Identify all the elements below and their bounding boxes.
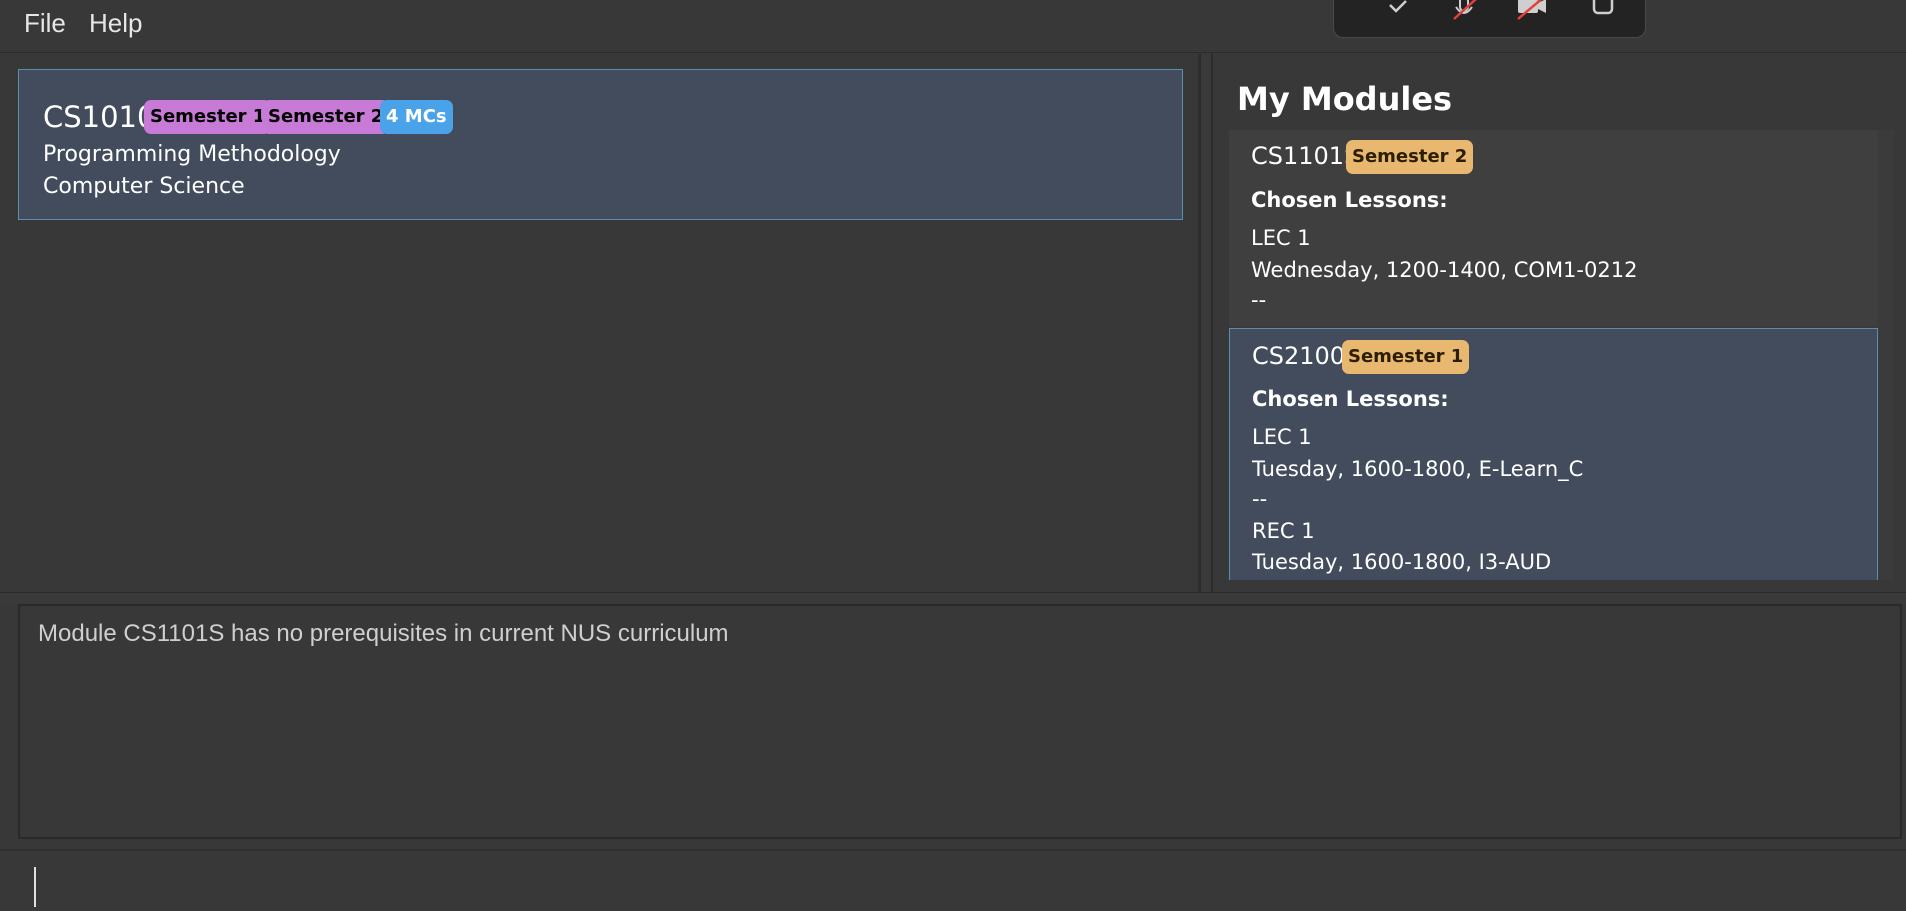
lesson-line: Tuesday, 1600-1800, E-Learn_C [1252,457,1584,481]
lesson-separator: -- [1252,487,1268,511]
command-box [0,849,1906,911]
lesson-line: REC 1 [1252,519,1315,543]
semester-tag: Semester 2 [1346,140,1474,174]
semester-tag: Semester 2 [262,100,390,134]
list-item[interactable]: CS1101S Semester 2 Chosen Lessons: LEC 1… [1229,130,1878,326]
lesson-separator: -- [1251,288,1267,312]
list-item[interactable]: CS2100 Semester 1 Chosen Lessons: LEC 1 … [1229,328,1878,580]
module-title: Programming Methodology [43,142,341,167]
mic-muted-icon[interactable] [1446,0,1482,27]
semester-tag: Semester 1 [144,100,272,134]
my-modules-list[interactable]: CS1101S Semester 2 Chosen Lessons: LEC 1… [1229,130,1894,580]
module-code: CS1010 [43,100,156,134]
call-toolbar [1333,0,1646,38]
text-caret [34,867,36,907]
menu-help[interactable]: Help [89,8,142,39]
command-input[interactable] [20,859,1890,907]
mcs-tag: 4 MCs [380,100,453,134]
chosen-lessons-heading: Chosen Lessons: [1252,387,1449,411]
lesson-line: Tuesday, 1600-1800, I3-AUD [1252,550,1552,574]
module-department: Computer Science [43,174,245,199]
result-display: Module CS1101S has no prerequisites in c… [18,604,1902,839]
module-card-cs1010[interactable]: CS1010 Semester 1 Semester 2 4 MCs Progr… [18,69,1183,220]
lesson-line: LEC 1 [1252,425,1312,449]
share-icon[interactable] [1588,0,1624,27]
vertical-splitter[interactable] [1200,54,1212,592]
panel-title: My Modules [1237,80,1453,118]
lesson-line: LEC 1 [1251,226,1311,250]
my-modules-panel: My Modules CS1101S Semester 2 Chosen Les… [1212,54,1906,592]
lesson-line: Wednesday, 1200-1400, COM1-0212 [1251,258,1638,282]
module-code: CS2100 [1252,342,1346,370]
chosen-lessons-heading: Chosen Lessons: [1251,188,1448,212]
menu-file[interactable]: File [24,8,66,39]
result-message: Module CS1101S has no prerequisites in c… [38,620,729,647]
horizontal-splitter[interactable] [0,592,1906,604]
semester-tag: Semester 1 [1342,340,1470,374]
module-code: CS1101S [1251,142,1360,170]
check-icon[interactable] [1380,0,1416,27]
camera-off-icon[interactable] [1514,0,1550,27]
